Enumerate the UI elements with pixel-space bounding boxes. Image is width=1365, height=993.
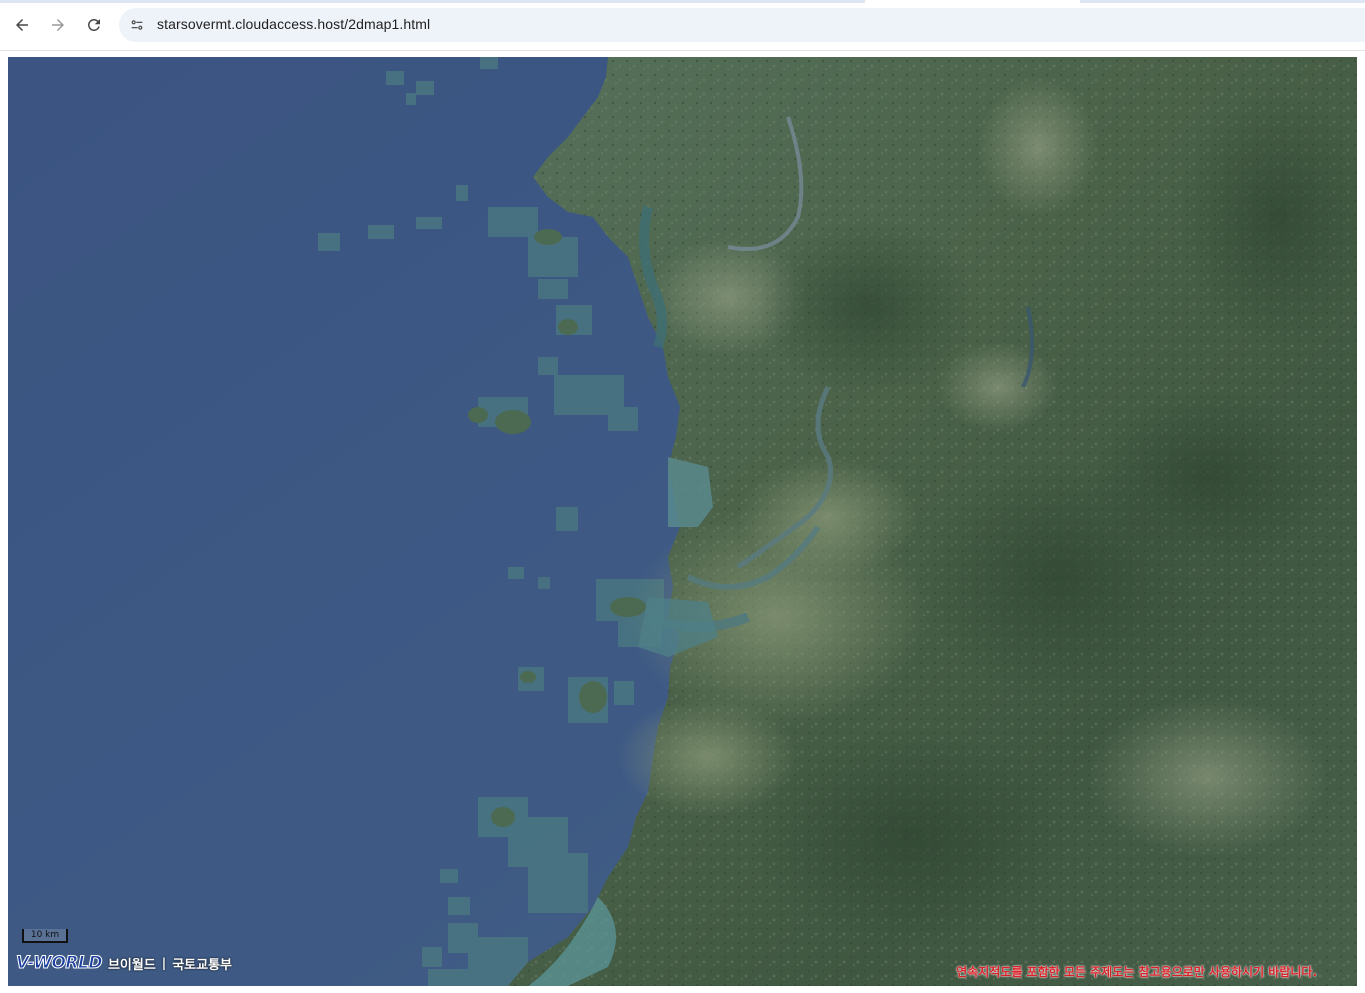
arrow-right-icon xyxy=(52,19,64,31)
back-button[interactable] xyxy=(8,11,36,39)
tab-strip xyxy=(0,0,1365,3)
reload-icon xyxy=(87,18,100,31)
satellite-imagery xyxy=(8,57,1357,986)
address-bar[interactable]: starsovermt.cloudaccess.host/2dmap1.html xyxy=(119,8,1365,42)
vworld-name: 브이월드 xyxy=(107,957,156,973)
active-tab[interactable] xyxy=(865,0,1080,3)
scale-label: 10 km xyxy=(30,930,60,940)
browser-toolbar: starsovermt.cloudaccess.host/2dmap1.html xyxy=(0,0,1365,51)
arrow-left-icon xyxy=(16,19,28,31)
ministry-name: 국토교통부 xyxy=(172,957,232,973)
site-info-button[interactable] xyxy=(125,13,149,37)
scale-bar: 10 km xyxy=(22,929,68,943)
reload-button[interactable] xyxy=(80,11,108,39)
map-notice: 연속지적도를 포함한 모든 주제도는 참고용으로만 사용하시기 바랍니다. xyxy=(956,965,1317,979)
vworld-logo-mark: V-WORLD xyxy=(16,953,103,974)
logo-separator: | xyxy=(161,956,167,970)
forward-button[interactable] xyxy=(44,11,72,39)
vworld-logo: V-WORLD 브이월드 | 국토교통부 xyxy=(16,952,232,974)
tune-icon xyxy=(131,20,143,30)
map-viewport[interactable]: 10 km V-WORLD 브이월드 | 국토교통부 연속지적도를 포함한 모든… xyxy=(8,57,1357,986)
url-text: starsovermt.cloudaccess.host/2dmap1.html xyxy=(157,16,431,32)
